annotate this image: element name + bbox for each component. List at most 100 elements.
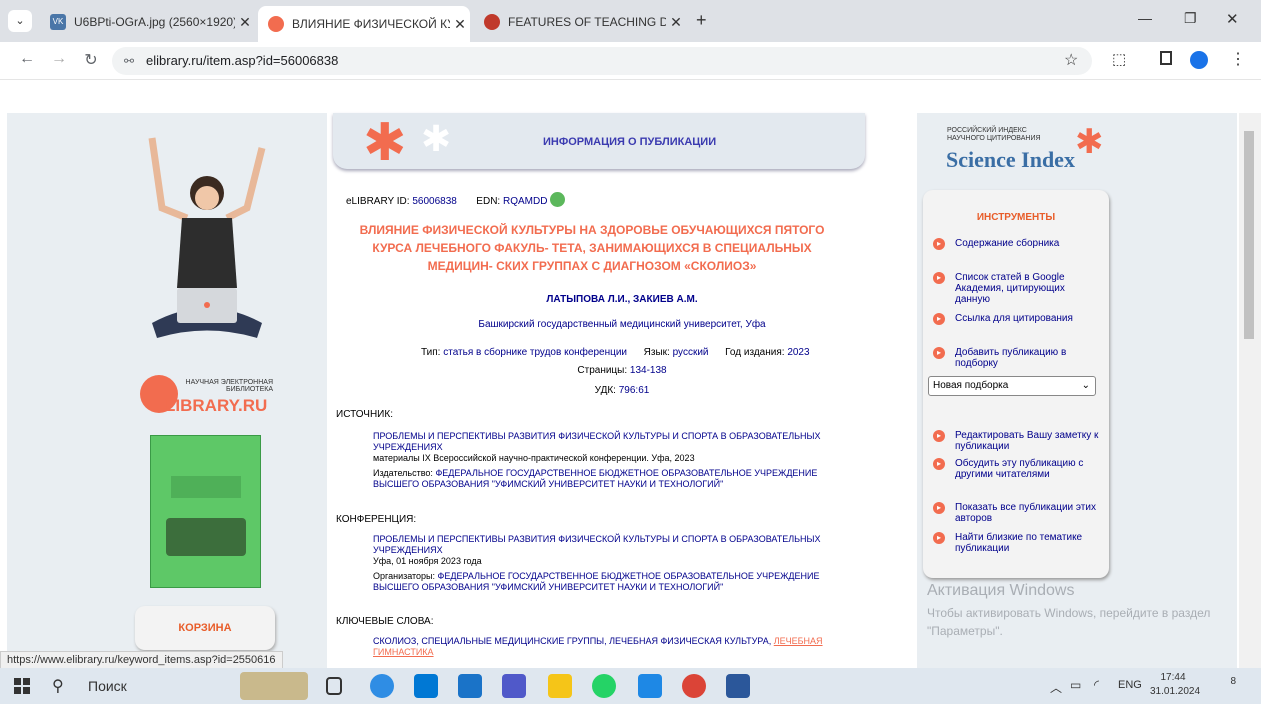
- clock-date: 31.01.2024: [1150, 686, 1201, 697]
- network-icon[interactable]: ▭: [1070, 678, 1081, 692]
- source-title[interactable]: ПРОБЛЕМЫ И ПЕРСПЕКТИВЫ РАЗВИТИЯ ФИЗИЧЕСК…: [373, 431, 843, 453]
- close-icon[interactable]: ✕: [666, 14, 686, 31]
- store-icon[interactable]: [414, 674, 438, 698]
- scrollbar-thumb[interactable]: [1244, 131, 1254, 339]
- sports-balls-image: [166, 518, 246, 556]
- mail-icon[interactable]: [458, 674, 482, 698]
- collection-select[interactable]: Новая подборка ⌄: [928, 376, 1096, 396]
- star-icon[interactable]: ☆: [1064, 50, 1078, 70]
- select-value: Новая подборка: [933, 380, 1009, 391]
- cart-button[interactable]: КОРЗИНА: [135, 606, 275, 650]
- menu-icon[interactable]: ⋮: [1230, 49, 1246, 69]
- book-cover[interactable]: [150, 435, 261, 588]
- forward-arrow-icon[interactable]: →: [48, 50, 70, 68]
- whatsapp-icon[interactable]: [592, 674, 616, 698]
- publisher-label: Издательство:: [373, 468, 433, 478]
- task-view-icon[interactable]: [326, 677, 342, 695]
- page-content: НАУЧНАЯ ЭЛЕКТРОННАЯ БИБЛИОТЕКА LIBRARY.R…: [7, 113, 1237, 668]
- tool-similar[interactable]: ▸ Найти близкие по тематике публикации: [933, 532, 1098, 554]
- arrow-bullet-icon: ▸: [933, 458, 945, 470]
- edn-label: EDN:: [476, 196, 501, 207]
- keywords-block: СКОЛИОЗ, СПЕЦИАЛЬНЫЕ МЕДИЦИНСКИЕ ГРУППЫ,…: [373, 636, 843, 658]
- conference-block: ПРОБЛЕМЫ И ПЕРСПЕКТИВЫ РАЗВИТИЯ ФИЗИЧЕСК…: [373, 534, 843, 593]
- publisher[interactable]: ФЕДЕРАЛЬНОЕ ГОСУДАРСТВЕННОЕ БЮДЖЕТНОЕ ОБ…: [373, 468, 817, 489]
- site-icon: [484, 14, 500, 30]
- extensions-icon[interactable]: ⬚: [1112, 50, 1126, 68]
- zebra-widget-icon[interactable]: [240, 672, 308, 700]
- tool-cite[interactable]: ▸ Ссылка для цитирования: [933, 313, 1103, 325]
- search-icon[interactable]: ⚲: [52, 676, 64, 696]
- restore-button[interactable]: ❐: [1184, 10, 1197, 27]
- asterisk-logo-icon: ✱: [363, 114, 407, 172]
- notification-icon[interactable]: 8: [1214, 676, 1236, 696]
- affiliation[interactable]: Башкирский государственный медицинский у…: [327, 319, 917, 330]
- windows-start-icon[interactable]: [14, 678, 30, 694]
- tab-search-button[interactable]: ⌄: [8, 10, 32, 32]
- back-arrow-icon[interactable]: ←: [16, 50, 38, 68]
- header-title: ИНФОРМАЦИЯ О ПУБЛИКАЦИИ: [543, 136, 717, 148]
- teams-icon[interactable]: [502, 674, 526, 698]
- taskbar-search-label[interactable]: Поиск: [88, 678, 127, 694]
- tab-features[interactable]: FEATURES OF TEACHING DISCI ✕: [474, 8, 686, 36]
- logo-text: LIBRARY.RU: [165, 396, 268, 415]
- site-info-icon[interactable]: ⚯: [124, 47, 134, 75]
- vk-icon: VK: [50, 14, 66, 30]
- close-icon[interactable]: ✕: [235, 14, 255, 31]
- language-indicator[interactable]: ENG: [1118, 679, 1142, 691]
- clock[interactable]: 17:44 31.01.2024: [1150, 671, 1201, 699]
- profile-avatar[interactable]: [1190, 51, 1208, 69]
- pages-label: Страницы:: [577, 365, 628, 376]
- vertical-scrollbar[interactable]: [1239, 113, 1261, 668]
- tool-discuss[interactable]: ▸ Обсудить эту публикацию с другими читат…: [933, 458, 1098, 480]
- arrow-bullet-icon: ▸: [933, 313, 945, 325]
- tool-author-pubs[interactable]: ▸ Показать все публикации этих авторов: [933, 502, 1103, 524]
- chrome-icon[interactable]: [682, 674, 706, 698]
- logo-caption: НАУЧНАЯ ЭЛЕКТРОННАЯ БИБЛИОТЕКА: [185, 379, 273, 393]
- close-icon[interactable]: ✕: [450, 16, 470, 33]
- type-value: статья в сборнике трудов конференции: [443, 347, 627, 358]
- tab-title: U6BPti-OGrA.jpg (2560×1920): [74, 15, 235, 29]
- udk-line: УДК: 796:61: [327, 385, 917, 396]
- arrow-bullet-icon: ▸: [933, 502, 945, 514]
- source-subtitle: материалы IX Всероссийской научно-практи…: [373, 453, 695, 463]
- conference-title[interactable]: ПРОБЛЕМЫ И ПЕРСПЕКТИВЫ РАЗВИТИЯ ФИЗИЧЕСК…: [373, 534, 843, 556]
- tool-label: Ссылка для цитирования: [955, 313, 1073, 324]
- edge-icon[interactable]: [370, 674, 394, 698]
- app-icon[interactable]: [638, 674, 662, 698]
- type-label: Тип:: [421, 347, 441, 358]
- tools-title: ИНСТРУМЕНТЫ: [976, 212, 1056, 223]
- tab-image[interactable]: VK U6BPti-OGrA.jpg (2560×1920) ✕: [40, 8, 255, 36]
- word-icon[interactable]: [726, 674, 750, 698]
- new-tab-button[interactable]: +: [696, 10, 707, 31]
- tab-title: FEATURES OF TEACHING DISCI: [508, 15, 666, 29]
- close-window-button[interactable]: ✕: [1226, 10, 1239, 28]
- si-caption-1: РОССИЙСКИЙ ИНДЕКС: [947, 127, 1027, 134]
- source-label: ИСТОЧНИК:: [336, 409, 393, 420]
- keywords[interactable]: СКОЛИОЗ, СПЕЦИАЛЬНЫЕ МЕДИЦИНСКИЕ ГРУППЫ,…: [373, 636, 771, 646]
- edn-value[interactable]: RQAMDD: [503, 196, 547, 207]
- file-explorer-icon[interactable]: [548, 674, 572, 698]
- edn-badge-icon[interactable]: [550, 192, 565, 207]
- pages-line: Страницы: 134-138: [327, 365, 917, 376]
- windows-taskbar: ⚲ Поиск ︿ ▭ ◜ ENG 17:44 31.01.2024 8: [0, 668, 1261, 704]
- tool-label: Редактировать Вашу заметку к публикации: [955, 430, 1099, 452]
- organizers[interactable]: ФЕДЕРАЛЬНОЕ ГОСУДАРСТВЕННОЕ БЮДЖЕТНОЕ ОБ…: [373, 571, 819, 592]
- girl-illustration: [148, 137, 266, 338]
- url-input[interactable]: ⚯ elibrary.ru/item.asp?id=56006838: [112, 47, 1092, 75]
- minimize-button[interactable]: —: [1138, 10, 1152, 26]
- tool-add-collection[interactable]: ▸ Добавить публикацию в подборку: [933, 347, 1093, 369]
- tool-label: Найти близкие по тематике публикации: [955, 532, 1083, 554]
- tab-elibrary[interactable]: ВЛИЯНИЕ ФИЗИЧЕСКОЙ КУЛЬ ✕: [258, 6, 470, 42]
- tool-edit-note[interactable]: ▸ Редактировать Вашу заметку к публикации: [933, 430, 1103, 452]
- organizers-label: Организаторы:: [373, 571, 436, 581]
- tool-contents[interactable]: ▸ Содержание сборника: [933, 238, 1103, 250]
- tool-google-scholar[interactable]: ▸ Список статей в Google Академия, цитиру…: [933, 272, 1098, 305]
- reload-icon[interactable]: ↻: [80, 50, 102, 70]
- science-index-caption: РОССИЙСКИЙ ИНДЕКС НАУЧНОГО ЦИТИРОВАНИЯ: [947, 127, 1041, 143]
- lang-value: русский: [672, 347, 709, 358]
- authors[interactable]: ЛАТЫПОВА Л.И., ЗАКИЕВ А.М.: [327, 294, 917, 305]
- side-panel-icon[interactable]: [1160, 51, 1172, 65]
- tray-chevron-icon[interactable]: ︿: [1050, 679, 1062, 696]
- tool-label: Содержание сборника: [955, 238, 1060, 249]
- wifi-icon[interactable]: ◜: [1094, 677, 1099, 693]
